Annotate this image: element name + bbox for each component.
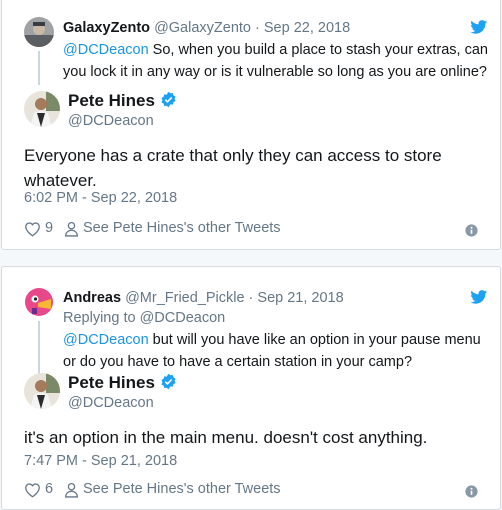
tweet-actions: 6 See Pete Hines's other Tweets bbox=[24, 481, 478, 501]
tweet-text: @DCDeacon but will you have like an opti… bbox=[63, 329, 488, 373]
tweet-timestamp[interactable]: 7:47 PM - Sep 21, 2018 bbox=[24, 453, 177, 469]
avatar[interactable] bbox=[24, 17, 54, 47]
reply-tweet-text: it's an option in the main menu. doesn't… bbox=[24, 428, 428, 447]
person-icon bbox=[65, 221, 78, 237]
tweet-timestamp[interactable]: 6:02 PM - Sep 22, 2018 bbox=[24, 190, 177, 206]
embedded-tweet-card: Andreas @Mr_Fried_Pickle · Sep 21, 2018 … bbox=[1, 266, 501, 510]
like-count[interactable]: 9 bbox=[45, 220, 53, 236]
author-name[interactable]: Pete Hines bbox=[68, 373, 155, 392]
embedded-tweet-card: GalaxyZento @GalaxyZento · Sep 22, 2018 … bbox=[1, 0, 501, 250]
heart-icon[interactable] bbox=[24, 221, 41, 237]
mention-link[interactable]: @DCDeacon bbox=[63, 42, 149, 58]
reply-tweet-text: Everyone has a crate that only they can … bbox=[24, 146, 442, 190]
like-count[interactable]: 6 bbox=[45, 481, 53, 497]
twitter-bird-icon[interactable] bbox=[470, 290, 488, 304]
handle-and-date[interactable]: @Mr_Fried_Pickle · Sep 21, 2018 bbox=[125, 290, 344, 306]
tweet-actions: 9 See Pete Hines's other Tweets bbox=[24, 220, 478, 240]
author-handle[interactable]: @DCDeacon bbox=[68, 113, 154, 129]
verified-badge-icon bbox=[161, 91, 176, 108]
see-other-tweets-link[interactable]: See Pete Hines's other Tweets bbox=[83, 220, 281, 236]
author-handle[interactable]: @DCDeacon bbox=[68, 395, 154, 411]
verified-badge-icon bbox=[161, 373, 176, 390]
mention-link[interactable]: @DCDeacon bbox=[63, 332, 149, 348]
twitter-bird-icon[interactable] bbox=[470, 20, 488, 34]
author-name[interactable]: Andreas bbox=[63, 290, 121, 306]
handle-and-date[interactable]: @GalaxyZento · Sep 22, 2018 bbox=[154, 20, 350, 36]
thread-line bbox=[38, 51, 40, 85]
see-other-tweets-link[interactable]: See Pete Hines's other Tweets bbox=[83, 481, 281, 497]
avatar[interactable] bbox=[24, 287, 54, 317]
avatar[interactable] bbox=[24, 373, 60, 409]
heart-icon[interactable] bbox=[24, 482, 41, 498]
info-icon[interactable] bbox=[465, 485, 478, 498]
info-icon[interactable] bbox=[465, 224, 478, 237]
person-icon bbox=[65, 482, 78, 498]
avatar[interactable] bbox=[24, 91, 60, 127]
author-name[interactable]: GalaxyZento bbox=[63, 20, 150, 36]
thread-line bbox=[38, 321, 40, 377]
tweet-text: @DCDeacon So, when you build a place to … bbox=[63, 39, 488, 83]
replying-to: Replying to @DCDeacon bbox=[63, 310, 226, 326]
author-name[interactable]: Pete Hines bbox=[68, 91, 155, 110]
